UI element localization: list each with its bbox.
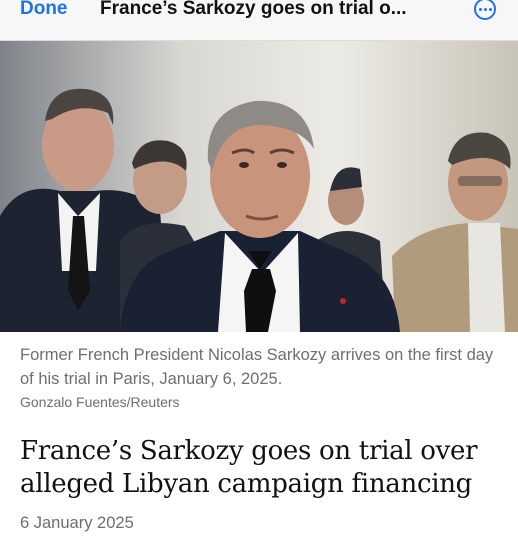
article-date: 6 January 2025 xyxy=(20,514,134,532)
article-photo xyxy=(0,41,518,332)
page-title: France’s Sarkozy goes on trial o... xyxy=(100,0,407,19)
article-headline: France’s Sarkozy goes on trial over alle… xyxy=(20,436,478,499)
navigation-bar: Done France’s Sarkozy goes on trial o... xyxy=(0,0,518,41)
done-button[interactable]: Done xyxy=(20,0,68,21)
ellipsis-circle-icon[interactable] xyxy=(474,0,496,20)
photo-caption: Former French President Nicolas Sarkozy … xyxy=(20,346,494,388)
photo-credit: Gonzalo Fuentes/Reuters xyxy=(20,394,180,410)
